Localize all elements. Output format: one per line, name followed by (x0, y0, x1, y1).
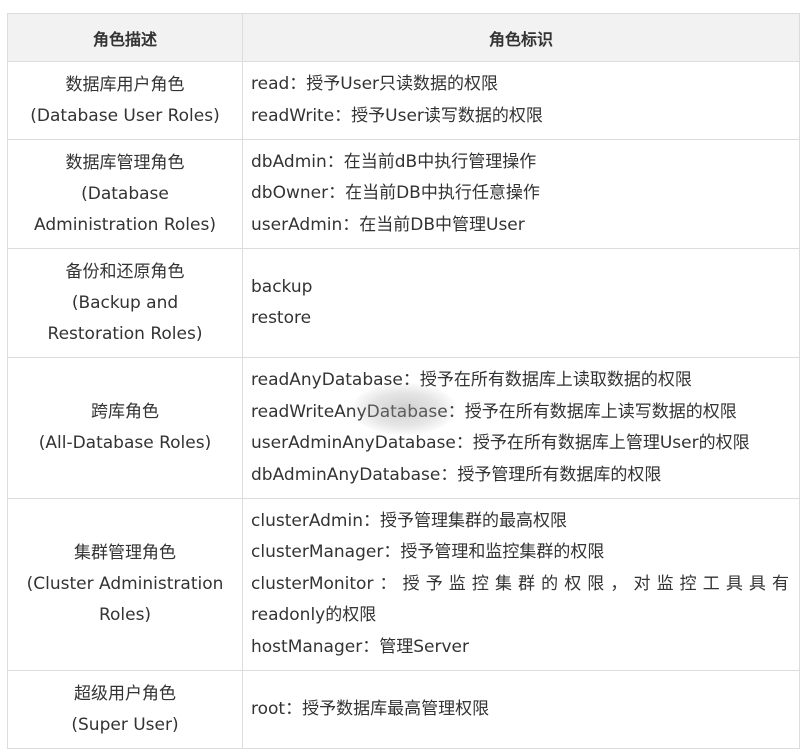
role-category-en: (Database User Roles) (30, 105, 220, 126)
role-line: dbAdminAnyDatabase：授予管理所有数据库的权限 (251, 464, 662, 485)
table-row: 备份和还原角色 (Backup and Restoration Roles) b… (7, 248, 800, 358)
role-category-cell: 集群管理角色 (Cluster Administration Roles) (7, 498, 243, 671)
role-line: restore (251, 308, 312, 328)
role-line: clusterAdmin：授予管理集群的最高权限 (251, 510, 567, 531)
role-category-cn: 数据库管理角色 (65, 152, 185, 173)
role-category-cn: 超级用户角色 (74, 683, 176, 704)
role-line: dbOwner：在当前DB中执行任意操作 (251, 183, 540, 204)
role-line: root：授予数据库最高管理权限 (251, 698, 490, 719)
role-category-cell: 数据库管理角色 (Database Administration Roles) (7, 139, 243, 249)
role-line: dbAdmin：在当前dB中执行管理操作 (251, 151, 537, 172)
table-header-row: 角色描述 角色标识 (7, 13, 800, 62)
role-category-cell: 跨库角色 (All-Database Roles) (7, 357, 243, 499)
role-category-en: (Database (81, 183, 169, 204)
role-line: readWriteAnyDatabase：授予在所有数据库上读写数据的权限 (251, 401, 737, 422)
table-row: 跨库角色 (All-Database Roles) readAnyDatabas… (7, 357, 800, 499)
header-role-identifier: 角色标识 (242, 13, 800, 62)
role-category-en: (Backup and (71, 292, 179, 313)
role-line: hostManager：管理Server (251, 636, 469, 657)
table-row: 数据库用户角色 (Database User Roles) read：授予Use… (7, 61, 800, 140)
role-line: clusterManager：授予管理和监控集群的权限 (251, 542, 605, 563)
role-category-en: (Cluster Administration (26, 574, 224, 594)
table-row: 数据库管理角色 (Database Administration Roles) … (7, 139, 800, 249)
role-identifier-cell: dbAdmin：在当前dB中执行管理操作 dbOwner：在当前DB中执行任意操… (242, 139, 800, 249)
table-row: 集群管理角色 (Cluster Administration Roles) cl… (7, 498, 800, 671)
roles-table: 角色描述 角色标识 数据库用户角色 (Database User Roles) … (7, 13, 800, 749)
role-category-en: Restoration Roles) (47, 323, 203, 344)
role-category-en: Roles) (98, 605, 152, 625)
role-line: readAnyDatabase：授予在所有数据库上读取数据的权限 (251, 370, 692, 390)
role-identifier-cell: read：授予User只读数据的权限 readWrite：授予User读写数据的… (242, 61, 800, 140)
role-category-en: Administration Roles) (34, 214, 216, 235)
role-identifier-cell: clusterAdmin：授予管理集群的最高权限 clusterManager：… (242, 498, 800, 671)
role-category-en: (Super User) (71, 714, 179, 735)
role-category-en: (All-Database Roles) (38, 433, 212, 453)
role-category-cell: 超级用户角色 (Super User) (7, 670, 243, 749)
table-row: 超级用户角色 (Super User) root：授予数据库最高管理权限 (7, 670, 800, 749)
role-category-cell: 数据库用户角色 (Database User Roles) (7, 61, 243, 140)
role-line: userAdmin：在当前DB中管理User (251, 214, 525, 235)
role-category-cell: 备份和还原角色 (Backup and Restoration Roles) (7, 248, 243, 358)
role-category-cn: 数据库用户角色 (65, 74, 185, 95)
role-identifier-cell: readAnyDatabase：授予在所有数据库上读取数据的权限 readWri… (242, 357, 800, 499)
role-line: clusterMonitor：授予监控集群的权限，对监控工具具有 (251, 573, 789, 594)
header-role-description: 角色描述 (7, 13, 243, 62)
role-line: read：授予User只读数据的权限 (251, 74, 499, 94)
role-line: backup (251, 276, 313, 297)
role-line: readWrite：授予User读写数据的权限 (251, 105, 543, 126)
role-identifier-cell: root：授予数据库最高管理权限 (242, 670, 800, 749)
role-identifier-cell: backup restore (242, 248, 800, 358)
page: 角色描述 角色标识 数据库用户角色 (Database User Roles) … (0, 0, 806, 755)
role-line: readonly的权限 (251, 605, 377, 626)
role-line: userAdminAnyDatabase：授予在所有数据库上管理User的权限 (251, 433, 750, 453)
role-category-cn: 跨库角色 (91, 402, 159, 422)
role-category-cn: 备份和还原角色 (65, 261, 185, 282)
role-category-cn: 集群管理角色 (74, 543, 176, 563)
